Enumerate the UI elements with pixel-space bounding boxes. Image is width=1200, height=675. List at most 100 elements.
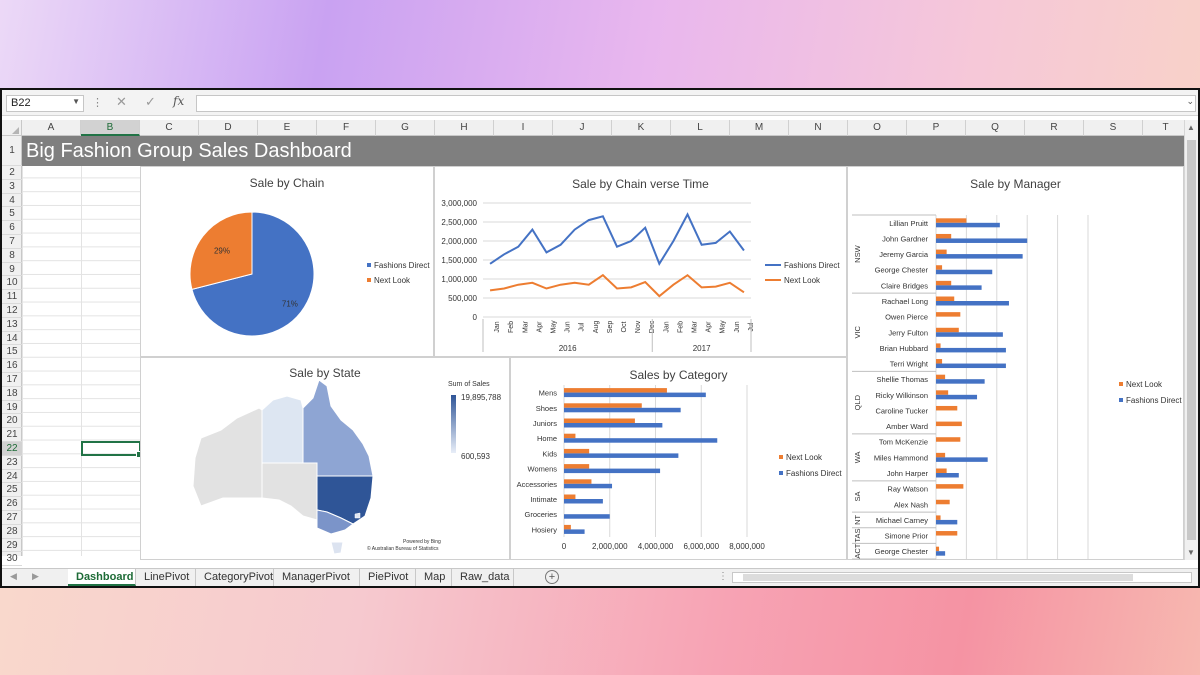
category-label: Mens	[539, 389, 558, 398]
row-header-11[interactable]: 11	[2, 290, 22, 304]
bar-fashions-direct	[564, 529, 585, 534]
formula-input[interactable]	[196, 95, 1196, 112]
x-tick-label: Oct	[621, 322, 628, 333]
group-label: NSW	[853, 244, 862, 262]
tab-scroll-left-icon[interactable]: ◀	[10, 571, 17, 582]
column-header-t[interactable]: T	[1143, 120, 1189, 136]
row-header-25[interactable]: 25	[2, 483, 22, 498]
chevron-down-icon[interactable]: ▼	[72, 97, 80, 106]
row-header-17[interactable]: 17	[2, 373, 22, 387]
chart-sale-by-chain[interactable]: Sale by Chain 71% Fashions Direct 29% Next …	[140, 166, 434, 357]
row-header-10[interactable]: 10	[2, 276, 22, 291]
row-header-14[interactable]: 14	[2, 332, 22, 346]
row-header-27[interactable]: 27	[2, 511, 22, 525]
column-header-s[interactable]: S	[1084, 120, 1143, 136]
row-header-18[interactable]: 18	[2, 387, 22, 401]
row-header-22[interactable]: 22	[2, 442, 22, 456]
column-header-k[interactable]: K	[612, 120, 671, 136]
vertical-scrollbar[interactable]: ▲ ▼	[1184, 120, 1198, 560]
chart-sale-by-chain-verse-time[interactable]: Sale by Chain verse Time 0 500,000 1,000,0…	[434, 166, 847, 357]
selected-cell[interactable]	[81, 441, 143, 458]
bar-next-look	[936, 405, 958, 411]
column-header-r[interactable]: R	[1025, 120, 1084, 136]
row-header-23[interactable]: 23	[2, 456, 22, 470]
category-label: Home	[537, 434, 557, 443]
column-header-f[interactable]: F	[317, 120, 376, 136]
column-header-j[interactable]: J	[553, 120, 612, 136]
formula-bar: B22 ▼ ⋮ ✕ ✓ fx ⌄	[2, 90, 1198, 116]
line-chart-canvas: 0 500,000 1,000,000 1,500,000 2,000,000 2,500…	[441, 199, 840, 353]
horizontal-scrollbar[interactable]	[732, 572, 1192, 583]
row-header-8[interactable]: 8	[2, 249, 22, 263]
sheet-tab-dashboard[interactable]: Dashboard	[68, 569, 136, 586]
row-header-5[interactable]: 5	[2, 207, 22, 222]
row-header-3[interactable]: 3	[2, 180, 22, 194]
column-header-g[interactable]: G	[376, 120, 435, 136]
group-label: TAS	[853, 529, 862, 543]
row-header-16[interactable]: 16	[2, 359, 22, 373]
row-header-24[interactable]: 24	[2, 470, 22, 484]
map-attribution-abs: © Australian Bureau of Statistics	[367, 545, 439, 552]
cancel-icon[interactable]: ✕	[116, 94, 127, 110]
column-header-o[interactable]: O	[848, 120, 907, 136]
legend-entry: Next Look	[786, 453, 823, 462]
column-header-n[interactable]: N	[789, 120, 848, 136]
row-header-4[interactable]: 4	[2, 194, 22, 208]
name-box[interactable]: B22 ▼	[6, 95, 84, 112]
sheet-tab-raw-data[interactable]: Raw_data	[452, 569, 514, 586]
column-header-q[interactable]: Q	[966, 120, 1025, 136]
row-header-7[interactable]: 7	[2, 235, 22, 249]
function-icon[interactable]: fx	[173, 94, 184, 108]
column-header-h[interactable]: H	[435, 120, 494, 136]
row-header-30[interactable]: 30	[2, 552, 22, 567]
row-header-26[interactable]: 26	[2, 497, 22, 511]
bar-next-look	[936, 265, 943, 270]
row-header-21[interactable]: 21	[2, 428, 22, 442]
sheet-tab-strip: ◀ ▶ + ⋮ Dashboard LinePivot CategoryPivot M…	[2, 568, 1198, 586]
category-label: Jerry Fulton	[888, 328, 928, 337]
tab-scroll-right-icon[interactable]: ▶	[32, 571, 39, 582]
row-header-29[interactable]: 29	[2, 539, 22, 553]
column-header-p[interactable]: P	[907, 120, 966, 136]
group-label: NT	[853, 514, 862, 524]
row-header-1[interactable]: 1	[2, 136, 22, 166]
row-header-20[interactable]: 20	[2, 414, 22, 429]
row-header-6[interactable]: 6	[2, 221, 22, 235]
row-header-9[interactable]: 9	[2, 263, 22, 277]
split-handle-icon[interactable]: ⋮	[718, 571, 728, 582]
bar-next-look	[564, 479, 592, 484]
scroll-down-icon[interactable]: ▼	[1187, 548, 1195, 557]
horizontal-scroll-thumb[interactable]	[743, 574, 1133, 581]
sheet-tab-managerpivot[interactable]: ManagerPivot	[274, 569, 360, 586]
select-all-corner[interactable]	[2, 120, 22, 136]
row-header-13[interactable]: 13	[2, 318, 22, 332]
chart-sale-by-state[interactable]: Sale by State Sum of Sales 19,895,788 60…	[140, 357, 510, 560]
chart-sales-by-category[interactable]: Sales by Category 0 2,000,000 4,000,000 6,0…	[510, 357, 847, 560]
row-header-19[interactable]: 19	[2, 401, 22, 415]
pie-data-label: 71%	[282, 299, 298, 308]
add-sheet-icon[interactable]: +	[545, 570, 559, 584]
row-header-12[interactable]: 12	[2, 304, 22, 318]
vertical-scroll-thumb[interactable]	[1187, 140, 1196, 540]
row-header-2[interactable]: 2	[2, 166, 22, 180]
enter-icon[interactable]: ✓	[145, 94, 156, 110]
sheet-tab-linepivot[interactable]: LinePivot	[136, 569, 196, 586]
chart-sale-by-manager[interactable]: Sale by Manager 01,000,0002,000,0003,000…	[847, 166, 1184, 560]
column-header-i[interactable]: I	[494, 120, 553, 136]
row-header-28[interactable]: 28	[2, 525, 22, 539]
column-header-m[interactable]: M	[730, 120, 789, 136]
sheet-tab-map[interactable]: Map	[416, 569, 452, 586]
column-header-c[interactable]: C	[140, 120, 199, 136]
column-header-b[interactable]: B	[81, 120, 140, 136]
column-header-e[interactable]: E	[258, 120, 317, 136]
scroll-up-icon[interactable]: ▲	[1187, 123, 1195, 132]
column-header-d[interactable]: D	[199, 120, 258, 136]
row-header-15[interactable]: 15	[2, 345, 22, 360]
expand-formula-icon[interactable]: ⌄	[1186, 96, 1194, 107]
column-header-l[interactable]: L	[671, 120, 730, 136]
column-header-a[interactable]: A	[22, 120, 81, 136]
bar-next-look	[564, 433, 576, 439]
map-legend-max: 19,895,788	[461, 393, 502, 402]
sheet-tab-categorypivot[interactable]: CategoryPivot	[196, 569, 274, 586]
sheet-tab-piepivot[interactable]: PiePivot	[360, 569, 416, 586]
